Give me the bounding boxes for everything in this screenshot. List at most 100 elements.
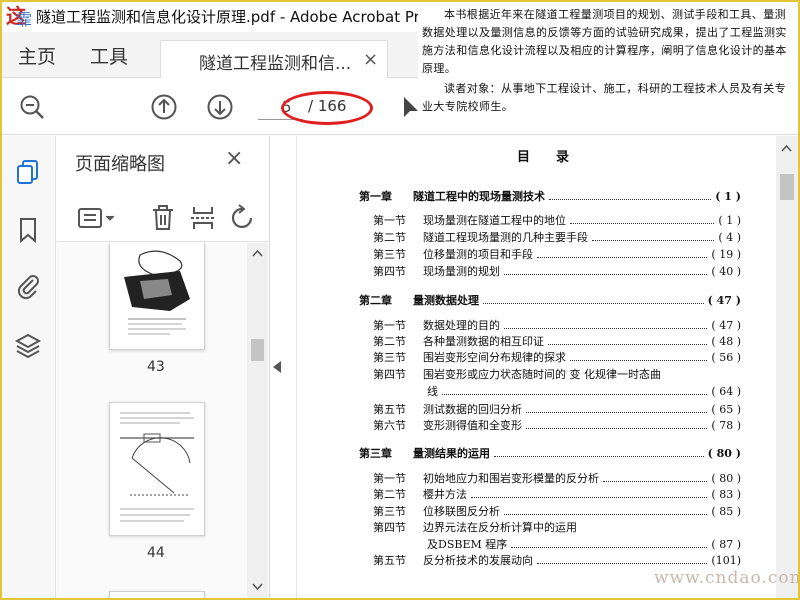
previous-page-icon[interactable] [150,93,178,121]
toc-page-number: ( 1 ) [718,214,741,227]
scroll-down-icon[interactable] [252,583,263,591]
thumbnails-close-button[interactable]: × [225,146,243,171]
toc-section-entry[interactable]: 第二节 各种量测数据的相互印证 ( 48 ) [373,333,741,349]
tab-close-button[interactable]: × [363,49,378,70]
tab-tools[interactable]: 工具 [90,42,128,69]
toc-chapter-entry[interactable]: 第一章 隧道工程中的现场量测技术 ( 1 ) [359,188,741,204]
zoom-out-icon[interactable] [18,93,46,121]
toc-chapter-number: 第三章 [359,447,392,460]
thumbnail-scroll-thumb[interactable] [251,339,264,361]
thumbnail-44-image [120,412,194,522]
toc-chapter-entry[interactable]: 第二章 量测数据处理 ( 47 ) [359,292,741,308]
toc-entry-title: 初始地应力和围岩变形模量的反分析 [423,472,599,485]
page-thumbnails-icon[interactable] [14,158,42,186]
thumbnails-title: 页面缩略图 [75,154,165,175]
toc-page-number: ( 40 ) [711,265,741,278]
toc-section-number: 第三节 [373,351,406,364]
toc-section-entry[interactable]: 线 ( 64 ) [427,383,741,399]
thumbnail-page-45[interactable] [109,591,205,600]
tab-document[interactable]: 隧道工程监测和信... × [160,40,388,78]
rotate-icon[interactable] [229,204,257,232]
toc-entry-title: 现场量测的规划 [423,265,500,278]
toc-entry-title: 反分析技术的发展动向 [423,554,533,567]
layers-icon[interactable] [14,332,42,360]
toc-section-entry[interactable]: 及DSBEM 程序 ( 87 ) [427,536,741,552]
toc-section-number: 第三节 [373,505,406,518]
left-tool-rail [0,136,56,600]
watermark-text: www.cndao.com [654,568,800,588]
thumbnail-options-icon[interactable] [77,204,117,232]
toc-section-entry[interactable]: 第五节 反分析技术的发展动向 (101) [373,552,741,568]
toc-chapter-number: 第一章 [359,190,392,203]
thumbnail-label: 43 [147,359,165,375]
next-page-icon[interactable] [206,93,234,121]
toc-entry-title: 边界元法在反分析计算中的运用 [423,521,577,534]
toc-entry-title: 数据处理的目的 [423,319,500,332]
toc-section-entry[interactable]: 第三节 位移量测的项目和手段 ( 19 ) [373,246,741,262]
toc-page-number: ( 64 ) [711,385,741,398]
toc-page-number: ( 78 ) [711,419,741,432]
toc-section-entry[interactable]: 第三节 位移联图反分析 ( 85 ) [373,503,741,519]
toc-leader-dots [570,353,708,361]
toc-section-entry[interactable]: 第三节 围岩变形空间分布规律的探求 ( 56 ) [373,349,741,365]
toc-page-number: (101) [711,554,741,567]
toc-section-entry[interactable]: 第四节 边界元法在反分析计算中的运用 [373,519,741,535]
document-scrollbar[interactable] [776,136,798,600]
thumbnail-page-43[interactable] [109,243,205,350]
tab-document-label: 隧道工程监测和信... [199,54,352,74]
toc-chapter-number: 第二章 [359,294,392,307]
extract-pages-icon[interactable] [189,204,217,232]
attachment-icon[interactable] [14,272,42,300]
thumbnail-scrollbar[interactable] [247,243,268,600]
document-viewport: 目录 第一章 隧道工程中的现场量测技术 ( 1 ) 第一节 现场量测在隧道工程中的地位 (… [296,136,776,600]
app-logo: 这霏 [6,3,34,29]
toc-section-entry[interactable]: 第二节 樱井方法 ( 83 ) [373,486,741,502]
doc-scroll-up-icon[interactable] [781,144,792,152]
toc-entry-title: 围岩变形空间分布规律的探求 [423,351,566,364]
toc-section-number: 第一节 [373,319,406,332]
toc-section-entry[interactable]: 第五节 测试数据的回归分析 ( 65 ) [373,401,741,417]
delete-icon[interactable] [149,204,177,232]
toc-entry-title: 各种量测数据的相互印证 [423,335,544,348]
toc-section-entry[interactable]: 第六节 变形测得值和全变形 ( 78 ) [373,417,741,433]
toc-page-number: ( 19 ) [711,248,741,261]
toc-section-entry[interactable]: 第二节 隧道工程现场量测的几种主要手段 ( 4 ) [373,229,741,245]
toc-page-number: ( 1 ) [715,190,741,203]
collapse-panel-icon[interactable] [272,360,282,374]
highlight-oval [281,91,373,125]
thumbnail-toolbar [57,194,270,242]
thumbnail-page-44[interactable] [109,402,205,536]
toc-entry-title: 隧道工程中的现场量测技术 [413,190,545,203]
toc-section-number: 第六节 [373,419,406,432]
bookmark-icon[interactable] [14,216,42,244]
toc-section-number: 第一节 [373,472,406,485]
toc-section-entry[interactable]: 第四节 现场量测的规划 ( 40 ) [373,263,741,279]
toc-leader-dots [537,250,708,258]
tab-home[interactable]: 主页 [18,42,56,69]
toc-section-entry[interactable]: 第一节 初始地应力和围岩变形模量的反分析 ( 80 ) [373,470,741,486]
toc-chapter-entry[interactable]: 第三章 量测结果的运用 ( 80 ) [359,445,741,461]
toc-leader-dots [570,216,715,224]
toc-title: 目录 [517,150,596,165]
toc-section-number: 第二节 [373,231,406,244]
toc-page-number: ( 47 ) [707,294,741,307]
thumbnails-panel: 页面缩略图 × 43 44 [57,136,270,600]
toc-page-number: ( 48 ) [711,335,741,348]
toc-section-entry[interactable]: 第一节 现场量测在隧道工程中的地位 ( 1 ) [373,212,741,228]
toc-section-entry[interactable]: 第四节 围岩变形或应力状态随时间的 变 化规律一时态曲 [373,366,741,382]
document-scroll-thumb[interactable] [780,174,794,200]
toc-section-entry[interactable]: 第一节 数据处理的目的 ( 47 ) [373,317,741,333]
scroll-up-icon[interactable] [252,249,263,257]
toc-page-number: ( 56 ) [711,351,741,364]
toc-entry-title: 围岩变形或应力状态随时间的 变 化规律一时态曲 [423,368,661,381]
toc-section-number: 第四节 [373,265,406,278]
toc-entry-title: 及DSBEM 程序 [427,538,508,551]
toc-section-number: 第五节 [373,403,406,416]
logo-sub-glyph: 霏 [16,10,33,29]
toc-leader-dots [504,267,708,275]
toc-section-number: 第二节 [373,335,406,348]
toc-leader-dots [483,296,704,304]
toc-section-number: 第二节 [373,488,406,501]
toc-leader-dots [592,233,715,241]
toc-leader-dots [549,192,712,200]
